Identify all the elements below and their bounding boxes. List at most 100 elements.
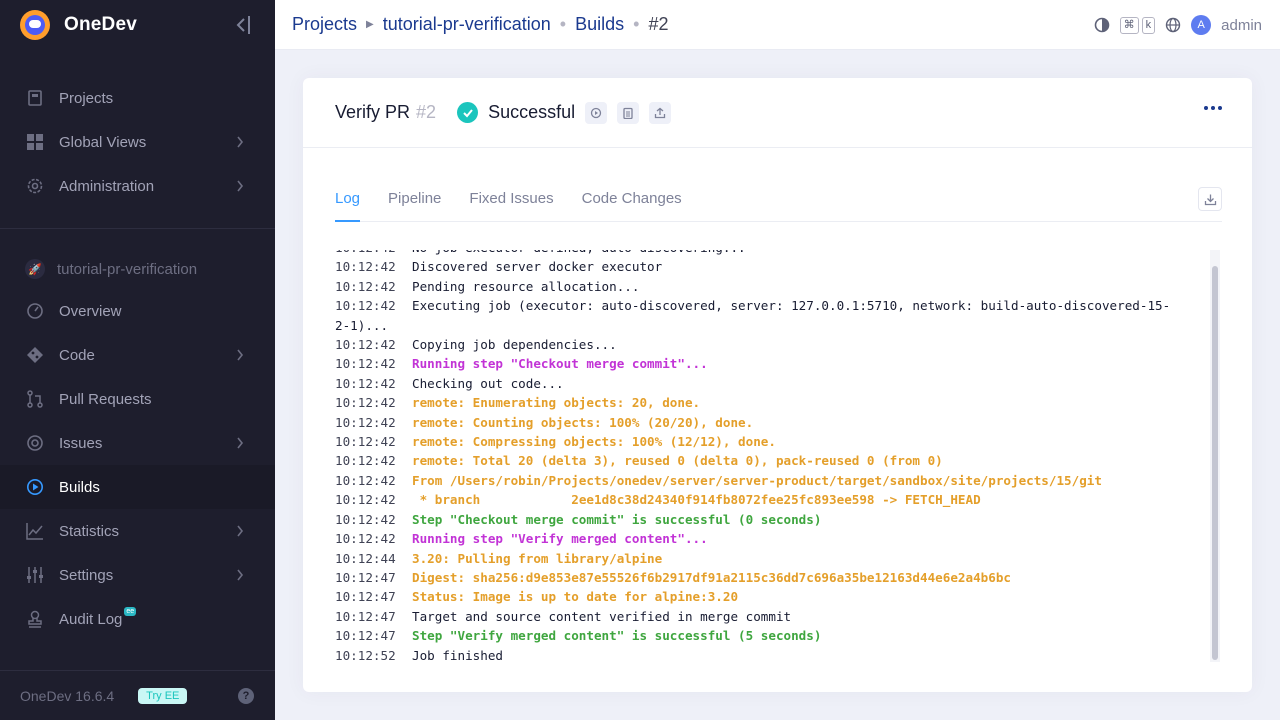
help-icon[interactable]: ? [238, 688, 254, 704]
log-message: remote: Compressing objects: 100% (12/12… [412, 434, 776, 450]
sidebar-item-audit-log[interactable]: Audit Log ee [0, 597, 275, 641]
tab-code-changes[interactable]: Code Changes [582, 177, 682, 222]
log-message: Running step "Verify merged content"... [412, 531, 708, 547]
view-params-button[interactable] [617, 101, 640, 124]
log-line: 10:12:42 remote: Enumerating objects: 20,… [335, 393, 1212, 412]
avatar[interactable]: A [1191, 15, 1212, 35]
sidebar-item-projects[interactable]: Projects [0, 76, 275, 120]
breadcrumb-separator: • [633, 14, 640, 34]
upload-icon [654, 107, 666, 118]
sidebar-item-settings[interactable]: Settings [0, 553, 275, 597]
log-timestamp: 10:12:42 [335, 356, 396, 372]
kbd-cmd: ⌘ [1119, 16, 1139, 34]
chevron-right-icon [237, 437, 244, 449]
log-line: 10:12:42 From /Users/robin/Projects/onede… [335, 471, 1212, 490]
log-line: 10:12:44 3.20: Pulling from library/alpin… [335, 549, 1212, 568]
stamp-icon [25, 609, 45, 629]
more-actions-icon[interactable] [1204, 106, 1222, 110]
code-icon [25, 345, 45, 365]
log-line: 10:12:42No job executor defined, auto-di… [335, 250, 1212, 257]
log-line: 10:12:42 Discovered server docker executo… [335, 257, 1212, 276]
log-message: No job executor defined, auto-discoverin… [412, 250, 1212, 257]
log-timestamp: 10:12:42 [335, 250, 412, 257]
grid-icon [25, 132, 45, 152]
build-header: Verify PR #2 Successful [303, 78, 1252, 148]
tab-log[interactable]: Log [335, 177, 361, 222]
user-name[interactable]: admin [1221, 17, 1262, 34]
sidebar-item-label: Projects [59, 89, 114, 107]
log-timestamp: 10:12:42 [335, 472, 396, 488]
sidebar-item-label: Administration [59, 177, 155, 195]
chevron-right-icon [237, 569, 244, 581]
log-timestamp: 10:12:44 [335, 550, 396, 566]
log-line: 10:12:47 Target and source content verifi… [335, 607, 1212, 626]
log-timestamp: 10:12:47 [335, 628, 396, 644]
clipboard-icon [623, 107, 633, 119]
ee-badge: ee [124, 606, 137, 616]
brand[interactable]: OneDev [0, 0, 275, 50]
sidebar-item-pull-requests[interactable]: Pull Requests [0, 377, 275, 421]
sidebar-item-label: Statistics [59, 522, 120, 540]
sidebar-project-header[interactable]: 🚀 tutorial-pr-verification [0, 249, 275, 289]
chart-icon [25, 521, 45, 541]
sidebar-item-label: Audit Log [59, 610, 123, 628]
sidebar-item-code[interactable]: Code [0, 333, 275, 377]
log-message: remote: Total 20 (delta 3), reused 0 (de… [412, 453, 943, 469]
sidebar-item-global-views[interactable]: Global Views [0, 120, 275, 164]
breadcrumb-builds[interactable]: Builds [575, 14, 624, 35]
log-line: 10:12:47 Status: Image is up to date for … [335, 587, 1212, 606]
log-message: Discovered server docker executor [412, 259, 663, 275]
sidebar-item-label: Overview [59, 302, 122, 320]
log-timestamp: 10:12:42 [335, 531, 396, 547]
log-message: Checking out code... [412, 375, 564, 391]
log-line: 10:12:42 Pending resource allocation... [335, 277, 1212, 296]
breadcrumb-separator: • [559, 14, 567, 34]
log-timestamp: 10:12:42 [335, 492, 396, 508]
sidebar: OneDev Projects Global Views Administrat… [0, 0, 275, 720]
log-scrollbar-thumb[interactable] [1212, 266, 1218, 660]
breadcrumb-build: #2 [648, 14, 669, 34]
breadcrumb-project[interactable]: tutorial-pr-verification [383, 14, 551, 35]
version-text: OneDev 16.6.4 [20, 687, 115, 704]
sidebar-item-administration[interactable]: Administration [0, 164, 275, 208]
sidebar-item-builds[interactable]: Builds [0, 465, 275, 509]
topbar-actions: ⌘ k A admin [1094, 0, 1262, 50]
log-message: Copying job dependencies... [412, 337, 617, 353]
build-log-lines: 10:12:42No job executor defined, auto-di… [335, 250, 1212, 662]
job-name: Verify PR [335, 102, 411, 122]
build-log[interactable]: 10:12:42No job executor defined, auto-di… [335, 250, 1212, 662]
log-message: Step "Checkout merge commit" is successf… [412, 511, 822, 527]
command-palette-shortcut[interactable]: ⌘ k [1119, 16, 1156, 34]
sidebar-item-label: Settings [59, 566, 114, 584]
log-line: 10:12:42 remote: Counting objects: 100% (… [335, 413, 1212, 432]
log-line: 2-1)... [335, 316, 1212, 335]
theme-toggle-icon[interactable] [1094, 17, 1110, 33]
download-log-button[interactable] [1198, 187, 1222, 211]
log-line: 10:12:42 Running step "Verify merged cont… [335, 529, 1212, 548]
tab-pipeline[interactable]: Pipeline [388, 177, 441, 222]
log-timestamp: 10:12:42 [335, 337, 396, 353]
log-message: Target and source content verified in me… [412, 608, 792, 624]
upload-button[interactable] [649, 101, 672, 124]
sidebar-item-issues[interactable]: Issues [0, 421, 275, 465]
tab-fixed-issues[interactable]: Fixed Issues [469, 177, 553, 222]
log-line: 10:12:42 Step "Checkout merge commit" is … [335, 510, 1212, 529]
log-message: * branch 2ee1d8c38d24340f914fb8072fee25f… [412, 492, 981, 508]
rocket-icon: 🚀 [25, 259, 45, 279]
chevron-right-icon [237, 349, 244, 361]
log-message: 2-1)... [335, 317, 389, 333]
breadcrumb-projects[interactable]: Projects [292, 14, 357, 35]
log-timestamp: 10:12:42 [335, 259, 396, 275]
issue-icon [25, 433, 45, 453]
sidebar-item-statistics[interactable]: Statistics [0, 509, 275, 553]
gear-icon [25, 176, 45, 196]
caret-right-icon: ▶ [366, 19, 374, 30]
collapse-sidebar-icon[interactable] [234, 14, 252, 36]
sidebar-item-overview[interactable]: Overview [0, 289, 275, 333]
globe-icon[interactable] [1165, 17, 1181, 33]
try-ee-button[interactable]: Try EE [138, 687, 188, 704]
play-circle-icon [25, 477, 45, 497]
log-message: Step "Verify merged content" is successf… [412, 628, 822, 644]
rebuild-button[interactable] [585, 101, 608, 124]
log-message: Digest: sha256:d9e853e87e55526f6b2917df9… [412, 569, 1011, 585]
